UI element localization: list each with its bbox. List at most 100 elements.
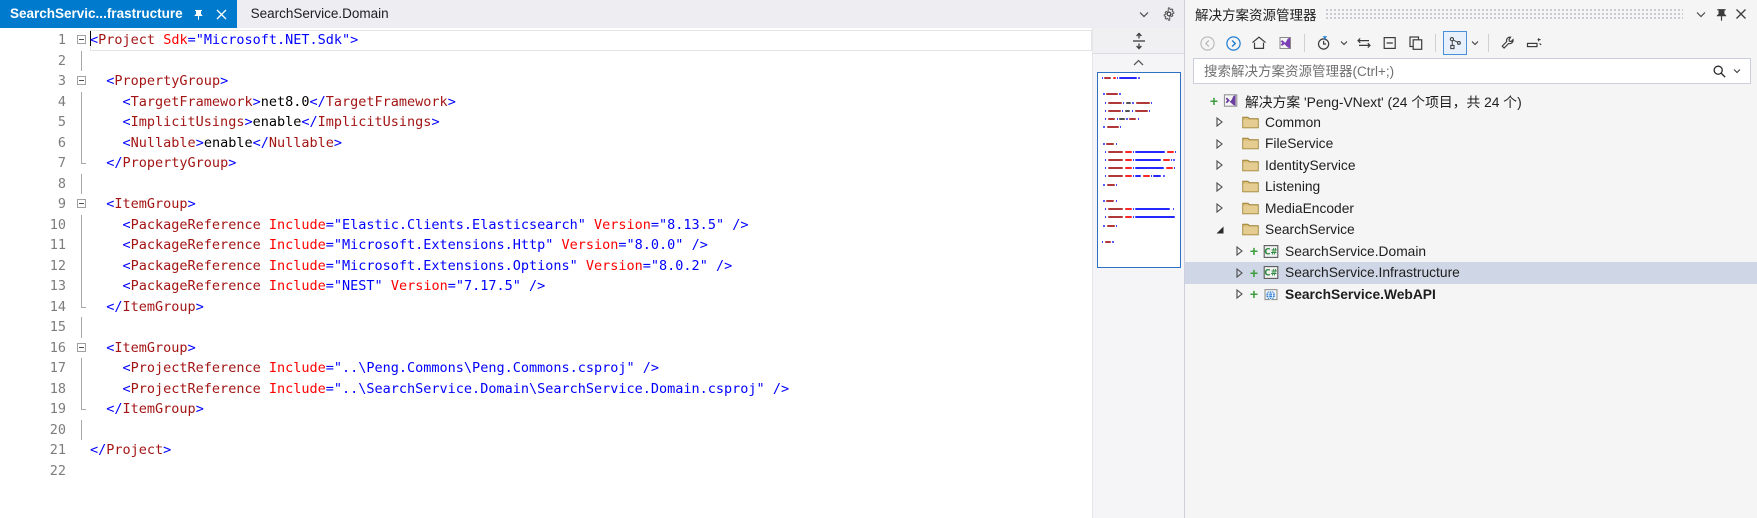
tree-item-mediaencoder[interactable]: MediaEncoder (1185, 198, 1757, 220)
copy-files-icon[interactable] (1404, 31, 1428, 55)
tree-item-searchservice[interactable]: SearchService (1185, 219, 1757, 241)
chevron-down-icon[interactable] (1469, 31, 1481, 55)
expand-triangle-icon[interactable] (1211, 160, 1228, 171)
code-line[interactable]: <PackageReference Include="NEST" Version… (90, 276, 1092, 297)
code-line[interactable]: <Nullable>enable</Nullable> (90, 133, 1092, 154)
fold-row[interactable] (76, 255, 90, 276)
fold-collapse-icon[interactable] (77, 342, 86, 352)
fold-row[interactable] (76, 399, 90, 420)
expand-triangle-icon[interactable] (1211, 138, 1228, 149)
code-line[interactable]: <ItemGroup> (90, 194, 1092, 215)
code-line[interactable]: </Project> (90, 440, 1092, 461)
tree-item-searchservice.webapi[interactable]: + SearchService.WebAPI (1185, 284, 1757, 306)
code-line[interactable] (90, 461, 1092, 482)
fold-row[interactable] (76, 440, 90, 461)
scrollbar-track[interactable] (1092, 268, 1184, 518)
arrow-right-circle-icon[interactable] (1221, 31, 1245, 55)
clock-filter-icon[interactable] (1312, 31, 1336, 55)
expand-triangle-icon[interactable] (1231, 246, 1248, 257)
fold-row[interactable] (76, 338, 90, 359)
scrollbar-up-arrow-icon[interactable] (1093, 54, 1185, 71)
sync-arrows-icon[interactable] (1352, 31, 1376, 55)
code-line[interactable]: <ItemGroup> (90, 338, 1092, 359)
fold-collapse-icon[interactable] (77, 35, 86, 44)
expand-triangle-icon[interactable] (1211, 181, 1228, 192)
code-line[interactable] (90, 420, 1092, 441)
close-icon[interactable] (1731, 4, 1751, 24)
fold-row[interactable] (76, 214, 90, 235)
code-line[interactable] (90, 51, 1092, 72)
tree-item-searchservice.infrastructure[interactable]: + C# SearchService.Infrastructure (1185, 262, 1757, 284)
preview-icon[interactable] (1522, 31, 1546, 55)
search-icon[interactable] (1710, 61, 1728, 81)
code-line[interactable]: </ItemGroup> (90, 399, 1092, 420)
code-line[interactable]: <TargetFramework>net8.0</TargetFramework… (90, 92, 1092, 113)
fold-row[interactable] (76, 276, 90, 297)
code-text-area[interactable]: <Project Sdk="Microsoft.NET.Sdk"> <Prope… (90, 28, 1092, 518)
fold-row[interactable] (76, 50, 90, 71)
pin-icon[interactable] (192, 6, 206, 22)
fold-collapse-icon[interactable] (77, 76, 86, 85)
fold-row[interactable] (76, 461, 90, 482)
collapse-triangle-icon[interactable] (1211, 225, 1228, 235)
search-input[interactable] (1202, 62, 1710, 80)
chevron-down-icon[interactable] (1138, 8, 1150, 20)
close-icon[interactable] (215, 6, 229, 22)
tab-searchservice-infrastructure[interactable]: SearchServic...frastructure (0, 0, 237, 28)
chevron-down-icon[interactable] (1728, 61, 1746, 81)
code-line[interactable]: <ImplicitUsings>enable</ImplicitUsings> (90, 112, 1092, 133)
collapse-all-icon[interactable] (1378, 31, 1402, 55)
drag-handle-dots[interactable] (1324, 8, 1683, 20)
tree-item-listening[interactable]: Listening (1185, 176, 1757, 198)
pin-icon[interactable] (1711, 4, 1731, 24)
fold-collapse-icon[interactable] (77, 199, 86, 208)
gear-icon[interactable] (1162, 7, 1176, 21)
code-line[interactable]: <PackageReference Include="Microsoft.Ext… (90, 235, 1092, 256)
code-line[interactable]: <PackageReference Include="Microsoft.Ext… (90, 256, 1092, 277)
fold-row[interactable] (76, 153, 90, 174)
fold-row[interactable] (76, 30, 90, 51)
expand-triangle-icon[interactable] (1211, 203, 1228, 214)
expand-triangle-icon[interactable] (1231, 289, 1248, 300)
fold-row[interactable] (76, 378, 90, 399)
fold-row[interactable] (76, 173, 90, 194)
fold-row[interactable] (76, 317, 90, 338)
fold-row[interactable] (76, 91, 90, 112)
fold-row[interactable] (76, 419, 90, 440)
chevron-down-icon[interactable] (1338, 31, 1350, 55)
tree-item-identityservice[interactable]: IdentityService (1185, 155, 1757, 177)
code-line[interactable]: </PropertyGroup> (90, 153, 1092, 174)
fold-row[interactable] (76, 358, 90, 379)
fold-row[interactable] (76, 194, 90, 215)
fold-row[interactable] (76, 71, 90, 92)
code-minimap[interactable] (1096, 72, 1181, 268)
tree-item-common[interactable]: Common (1185, 112, 1757, 134)
tree-item-searchservice.domain[interactable]: + C# SearchService.Domain (1185, 241, 1757, 263)
object-hierarchy-icon[interactable] (1443, 31, 1467, 55)
code-line[interactable]: <ProjectReference Include="..\SearchServ… (90, 379, 1092, 400)
solution-explorer-search[interactable] (1193, 58, 1751, 84)
code-line[interactable]: <PropertyGroup> (90, 71, 1092, 92)
tree-item-peng-vnext-24-24[interactable]: + 解决方案 'Peng-VNext' (24 个项目，共 24 个) (1185, 90, 1757, 112)
solution-tree[interactable]: + 解决方案 'Peng-VNext' (24 个项目，共 24 个) Common… (1185, 84, 1757, 518)
wrench-icon[interactable] (1496, 31, 1520, 55)
code-line[interactable]: <Project Sdk="Microsoft.NET.Sdk"> (90, 30, 1092, 51)
code-line[interactable]: <ProjectReference Include="..\Peng.Commo… (90, 358, 1092, 379)
fold-row[interactable] (76, 235, 90, 256)
expand-triangle-icon[interactable] (1231, 267, 1248, 278)
code-line[interactable]: </ItemGroup> (90, 297, 1092, 318)
fold-row[interactable] (76, 132, 90, 153)
visual-studio-icon[interactable] (1273, 31, 1297, 55)
expand-triangle-icon[interactable] (1211, 117, 1228, 128)
fold-row[interactable] (76, 296, 90, 318)
split-view-icon[interactable] (1092, 28, 1184, 54)
home-icon[interactable] (1247, 31, 1271, 55)
code-line[interactable] (90, 174, 1092, 195)
tree-item-fileservice[interactable]: FileService (1185, 133, 1757, 155)
code-line[interactable]: <PackageReference Include="Elastic.Clien… (90, 215, 1092, 236)
tab-searchservice-domain[interactable]: SearchService.Domain (236, 0, 403, 28)
code-line[interactable] (90, 317, 1092, 338)
code-folding-column[interactable] (76, 28, 90, 518)
arrow-left-circle-icon[interactable] (1195, 31, 1219, 55)
chevron-down-icon[interactable] (1691, 4, 1711, 24)
